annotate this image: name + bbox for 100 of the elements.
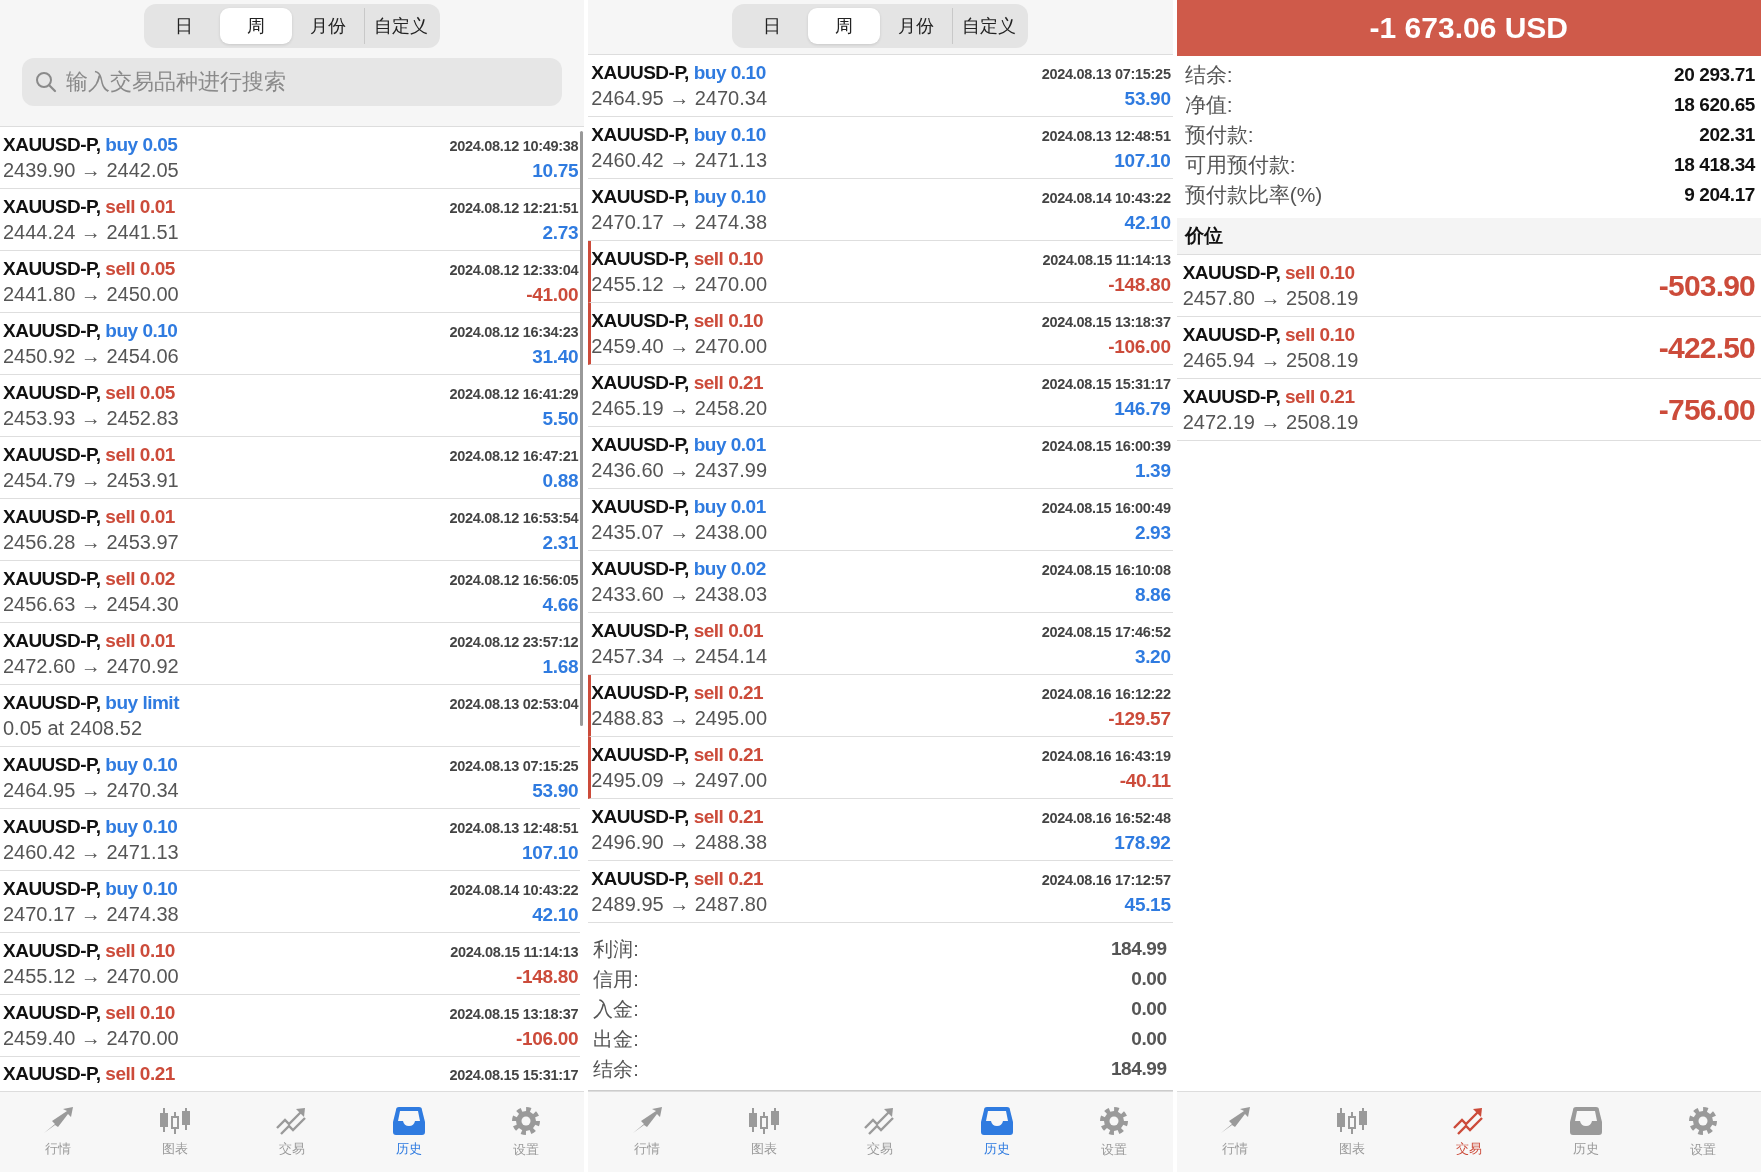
period-tab[interactable]: 周 — [220, 8, 293, 44]
trade-profit: -148.80 — [516, 965, 579, 988]
period-tab[interactable]: 自定义 — [952, 8, 1025, 44]
balance-header: -1 673.06 USD — [1176, 0, 1761, 56]
period-tab[interactable]: 自定义 — [364, 8, 437, 44]
trade-profit: -106.00 — [1108, 335, 1171, 358]
trade-profit: -129.57 — [1108, 707, 1171, 730]
trade-time: 2024.08.12 23:57:12 — [449, 633, 579, 650]
trade-row[interactable]: XAUUSD-P, sell 0.21 2024.08.15 15:31:17 2465.19 → 2458.20 146.79 — [588, 365, 1173, 427]
trade-prices: 2459.40 → 2470.00 — [591, 334, 768, 358]
trade-row[interactable]: XAUUSD-P, sell 0.01 2024.08.12 12:21:51 2444.24 → 2441.51 2.73 — [0, 189, 581, 251]
account-label: 净值: — [1184, 92, 1233, 118]
nav-tab[interactable]: 交易 — [1433, 1106, 1504, 1158]
trade-row[interactable]: XAUUSD-P, sell 0.10 2024.08.15 13:18:37 2459.40 → 2470.00 -106.00 — [588, 303, 1173, 365]
position-profit: -422.50 — [1658, 330, 1755, 365]
nav-tab[interactable]: 历史 — [962, 1106, 1033, 1158]
trade-row[interactable]: XAUUSD-P, sell 0.01 2024.08.15 17:46:52 2457.34 → 2454.14 3.20 — [588, 613, 1173, 675]
trade-row[interactable]: XAUUSD-P, buy 0.10 2024.08.12 16:34:23 2450.92 → 2454.06 31.40 — [0, 313, 581, 375]
trade-row[interactable]: XAUUSD-P, buy 0.10 2024.08.13 07:15:25 2464.95 → 2470.34 53.90 — [588, 55, 1173, 117]
trade-prices: 2460.42 → 2471.13 — [3, 840, 179, 864]
period-tab[interactable]: 月份 — [292, 8, 365, 44]
trade-title: XAUUSD-P, sell 0.21 — [591, 681, 764, 704]
trade-profit: 31.40 — [532, 345, 579, 368]
trade-title: XAUUSD-P, sell 0.01 — [3, 443, 175, 466]
search-field[interactable]: 输入交易品种进行搜索 — [22, 58, 563, 106]
trade-row[interactable]: XAUUSD-P, sell 0.21 2024.08.16 16:12:22 2488.83 → 2495.00 -129.57 — [588, 675, 1173, 737]
trade-row[interactable]: XAUUSD-P, buy 0.10 2024.08.14 10:43:22 2470.17 → 2474.38 42.10 — [0, 871, 581, 933]
position-profit: -503.90 — [1658, 268, 1755, 303]
trade-row[interactable]: XAUUSD-P, sell 0.05 2024.08.12 16:41:29 2453.93 → 2452.83 5.50 — [0, 375, 581, 437]
period-tab[interactable]: 月份 — [880, 8, 953, 44]
account-value: 202.31 — [1699, 124, 1755, 146]
trade-row[interactable]: XAUUSD-P, sell 0.10 2024.08.15 13:18:37 2459.40 → 2470.00 -106.00 — [0, 995, 581, 1057]
trade-time: 2024.08.16 16:12:22 — [1041, 685, 1171, 702]
trade-time: 2024.08.12 16:53:54 — [449, 509, 579, 526]
position-row[interactable]: XAUUSD-P, sell 0.10 2465.94 → 2508.19 -422.50 — [1176, 317, 1761, 379]
trade-row[interactable]: XAUUSD-P, buy 0.01 2024.08.15 16:00:39 2436.60 → 2437.99 1.39 — [588, 427, 1173, 489]
trade-prices: 2454.79 → 2453.91 — [3, 468, 179, 492]
trade-profit: -40.11 — [1119, 769, 1171, 792]
trade-title: XAUUSD-P, buy 0.10 — [591, 123, 766, 146]
trade-row[interactable]: XAUUSD-P, buy 0.10 2024.08.13 12:48:51 2460.42 → 2471.13 107.10 — [588, 117, 1173, 179]
position-row[interactable]: XAUUSD-P, sell 0.21 2472.19 → 2508.19 -756.00 — [1176, 379, 1761, 441]
trade-prices: 2457.34 → 2454.14 — [591, 644, 768, 668]
trade-row[interactable]: XAUUSD-P, sell 0.01 2024.08.12 23:57:12 2472.60 → 2470.92 1.68 — [0, 623, 581, 685]
trade-row[interactable]: XAUUSD-P, sell 0.02 2024.08.12 16:56:05 2456.63 → 2454.30 4.66 — [0, 561, 581, 623]
position-row[interactable]: XAUUSD-P, sell 0.10 2457.80 → 2508.19 -503.90 — [1176, 255, 1761, 317]
trade-profit: 3.20 — [1134, 645, 1171, 668]
period-tab[interactable]: 日 — [148, 8, 221, 44]
nav-tab[interactable]: 历史 — [374, 1106, 444, 1158]
trade-profit: 53.90 — [1124, 87, 1171, 110]
trade-title: XAUUSD-P, buy 0.01 — [591, 495, 766, 518]
trade-time: 2024.08.13 02:53:04 — [449, 695, 579, 712]
trade-row[interactable]: XAUUSD-P, buy 0.10 2024.08.13 07:15:25 2464.95 → 2470.34 53.90 — [0, 747, 581, 809]
trade-profit: 146.79 — [1114, 397, 1171, 420]
trade-row[interactable]: XAUUSD-P, sell 0.01 2024.08.12 16:47:21 2454.79 → 2453.91 0.88 — [0, 437, 581, 499]
search-icon — [35, 71, 57, 93]
trade-time: 2024.08.15 13:18:37 — [1041, 313, 1171, 330]
candlestick-icon — [746, 1106, 781, 1136]
trade-prices: 2495.09 → 2497.00 — [591, 768, 768, 792]
trade-prices: 2456.28 → 2453.97 — [3, 530, 179, 554]
summary-value: 0.00 — [1131, 998, 1167, 1020]
trade-row[interactable]: XAUUSD-P, sell 0.10 2024.08.15 11:14:13 2455.12 → 2470.00 -148.80 — [0, 933, 581, 995]
trade-title: XAUUSD-P, buy 0.02 — [591, 557, 766, 580]
trade-row[interactable]: XAUUSD-P, sell 0.10 2024.08.15 11:14:13 2455.12 → 2470.00 -148.80 — [588, 241, 1173, 303]
trade-row[interactable]: XAUUSD-P, buy 0.05 2024.08.12 10:49:38 2439.90 → 2442.05 10.75 — [0, 127, 581, 189]
trade-time: 2024.08.16 17:12:57 — [1041, 871, 1171, 888]
trade-title: XAUUSD-P, sell 0.05 — [3, 381, 175, 404]
trade-row[interactable]: XAUUSD-P, sell 0.05 2024.08.12 12:33:04 2441.80 → 2450.00 -41.00 — [0, 251, 581, 313]
trade-profit: 1.68 — [542, 655, 579, 678]
trade-title: XAUUSD-P, buy 0.01 — [591, 433, 766, 456]
trade-title: XAUUSD-P, sell 0.05 — [3, 257, 175, 280]
trade-time: 2024.08.12 12:33:04 — [449, 261, 579, 278]
position-title: XAUUSD-P, sell 0.21 — [1182, 385, 1356, 408]
trade-profit: 42.10 — [532, 903, 579, 926]
trade-profit: 53.90 — [532, 779, 579, 802]
trade-time: 2024.08.16 16:52:48 — [1041, 809, 1171, 826]
trade-row[interactable]: XAUUSD-P, buy limit 2024.08.13 02:53:04 0.05 at 2408.52 — [0, 685, 581, 747]
trade-profit: 0.88 — [542, 469, 579, 492]
trade-title: XAUUSD-P, sell 0.10 — [3, 1001, 175, 1024]
trade-prices: 2455.12 → 2470.00 — [3, 964, 179, 988]
trade-row[interactable]: XAUUSD-P, sell 0.21 2024.08.16 16:43:19 2495.09 → 2497.00 -40.11 — [588, 737, 1173, 799]
trade-row[interactable]: XAUUSD-P, sell 0.21 2024.08.16 17:12:57 2489.95 → 2487.80 45.15 — [588, 861, 1173, 923]
trade-row[interactable]: XAUUSD-P, buy 0.10 2024.08.13 12:48:51 2460.42 → 2471.13 107.10 — [0, 809, 581, 871]
period-tab[interactable]: 周 — [808, 8, 881, 44]
trade-profit: 2.31 — [542, 531, 579, 554]
trade-row[interactable]: XAUUSD-P, buy 0.10 2024.08.14 10:43:22 2470.17 → 2474.38 42.10 — [588, 179, 1173, 241]
tray-icon — [392, 1106, 426, 1136]
account-value: 9 204.17 — [1684, 184, 1755, 206]
trade-row[interactable]: XAUUSD-P, buy 0.02 2024.08.15 16:10:08 2433.60 → 2438.03 8.86 — [588, 551, 1173, 613]
trade-prices: 2436.60 → 2437.99 — [591, 458, 768, 482]
tray-icon — [1568, 1106, 1603, 1136]
candlestick-icon — [158, 1106, 193, 1136]
trade-time: 2024.08.15 13:18:37 — [449, 1005, 579, 1022]
trade-row[interactable]: XAUUSD-P, sell 0.01 2024.08.12 16:53:54 2456.28 → 2453.97 2.31 — [0, 499, 581, 561]
trade-prices: 2456.63 → 2454.30 — [3, 592, 179, 616]
trade-row[interactable]: XAUUSD-P, buy 0.01 2024.08.15 16:00:49 2435.07 → 2438.00 2.93 — [588, 489, 1173, 551]
trade-profit: 45.15 — [1124, 893, 1171, 916]
trade-row[interactable]: XAUUSD-P, sell 0.21 2024.08.16 16:52:48 2496.90 → 2488.38 178.92 — [588, 799, 1173, 861]
period-tab[interactable]: 日 — [736, 8, 809, 44]
trade-profit: 8.86 — [1134, 583, 1171, 606]
section-header: 价位 — [1176, 218, 1761, 254]
